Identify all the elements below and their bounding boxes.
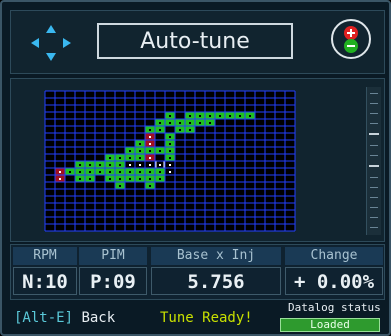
info-panel: RPM PIM Base x Inj Change N:10 P:09 5.75…: [10, 244, 385, 300]
map-cell-marker: [129, 150, 131, 152]
pim-label: PIM: [79, 247, 147, 265]
map-cell-marker: [149, 171, 151, 173]
back-label: Back: [81, 310, 116, 326]
map-cell-marker: [79, 164, 81, 166]
back-key-hint: [Alt-E]: [14, 310, 74, 326]
page-title: Auto-tune: [97, 23, 293, 59]
map-cell-marker: [109, 171, 111, 173]
map-cell-marker: [89, 164, 91, 166]
map-cell-marker: [109, 157, 111, 159]
map-cell-marker: [199, 122, 201, 124]
base-inj-label: Base x Inj: [151, 247, 281, 265]
pim-value: P:09: [79, 267, 147, 295]
map-cell-marker: [139, 143, 141, 145]
map-cell-marker: [129, 157, 131, 159]
map-cell-marker: [119, 164, 121, 166]
map-cell-marker: [149, 143, 151, 145]
map-cell-marker: [169, 122, 171, 124]
map-cell-marker: [169, 171, 171, 173]
base-inj-value: 5.756: [151, 267, 281, 295]
fuel-map-panel: [10, 78, 385, 242]
map-cell-marker: [139, 171, 141, 173]
map-cell-marker: [179, 122, 181, 124]
map-scrollbar[interactable]: [366, 87, 381, 235]
map-cell-marker: [139, 164, 141, 166]
map-cell-marker: [59, 171, 61, 173]
map-cell-marker: [149, 164, 151, 166]
map-cell-marker: [139, 150, 141, 152]
map-cell-marker: [149, 129, 151, 131]
map-cell-marker: [149, 185, 151, 187]
map-cell-marker: [159, 164, 161, 166]
map-cell-marker: [119, 157, 121, 159]
map-cell-marker: [69, 171, 71, 173]
back-button[interactable]: [Alt-E] Back: [14, 310, 115, 326]
fuel-map-grid[interactable]: [11, 79, 366, 243]
map-cell-marker: [219, 115, 221, 117]
map-cell-marker: [109, 178, 111, 180]
dpad-arrows-icon[interactable]: [27, 23, 75, 63]
rpm-value: N:10: [13, 267, 77, 295]
change-value: + 0.00%: [285, 267, 383, 295]
map-cell-marker: [159, 122, 161, 124]
rpm-label: RPM: [13, 247, 77, 265]
map-cell-marker: [129, 178, 131, 180]
header: Auto-tune: [10, 10, 385, 74]
autotune-screen: Auto-tune RPM PIM Base x Inj Change N:10…: [0, 0, 391, 336]
map-cell-marker: [59, 178, 61, 180]
map-cell-marker: [189, 115, 191, 117]
map-cell-marker: [99, 171, 101, 173]
tune-status: Tune Ready!: [160, 310, 253, 326]
map-cell-marker: [149, 150, 151, 152]
map-cell-marker: [129, 171, 131, 173]
map-cell-marker: [209, 122, 211, 124]
map-cell-marker: [129, 164, 131, 166]
map-cell-marker: [159, 129, 161, 131]
map-cell-marker: [79, 178, 81, 180]
map-cell-marker: [119, 185, 121, 187]
footer: [Alt-E] Back Tune Ready! Datalog status …: [10, 301, 385, 332]
map-cell-marker: [149, 178, 151, 180]
map-cell-marker: [99, 164, 101, 166]
map-cell-marker: [149, 157, 151, 159]
map-cell-marker: [119, 178, 121, 180]
map-cell-marker: [169, 143, 171, 145]
map-cell-marker: [209, 115, 211, 117]
map-cell-marker: [239, 115, 241, 117]
map-cell-marker: [109, 164, 111, 166]
map-cell-marker: [169, 136, 171, 138]
map-cell-marker: [169, 164, 171, 166]
datalog-status-label: Datalog status: [288, 301, 381, 314]
map-cell-marker: [199, 115, 201, 117]
map-cell-marker: [119, 171, 121, 173]
map-cell-marker: [159, 171, 161, 173]
plus-minus-icon[interactable]: [331, 19, 371, 59]
map-cell-marker: [249, 115, 251, 117]
map-cell-marker: [189, 122, 191, 124]
map-cell-marker: [159, 150, 161, 152]
map-cell-marker: [149, 136, 151, 138]
map-cell-marker: [189, 129, 191, 131]
map-cell-marker: [159, 178, 161, 180]
map-cell-marker: [139, 157, 141, 159]
change-label: Change: [285, 247, 383, 265]
map-cell-marker: [179, 129, 181, 131]
map-cell-marker: [229, 115, 231, 117]
map-cell-marker: [169, 115, 171, 117]
map-cell-marker: [169, 157, 171, 159]
map-cell-marker: [169, 150, 171, 152]
datalog-status-badge: Loaded: [280, 318, 380, 332]
map-cell-marker: [89, 171, 91, 173]
map-cell-marker: [89, 178, 91, 180]
map-cell-marker: [139, 178, 141, 180]
map-cell-marker: [79, 171, 81, 173]
